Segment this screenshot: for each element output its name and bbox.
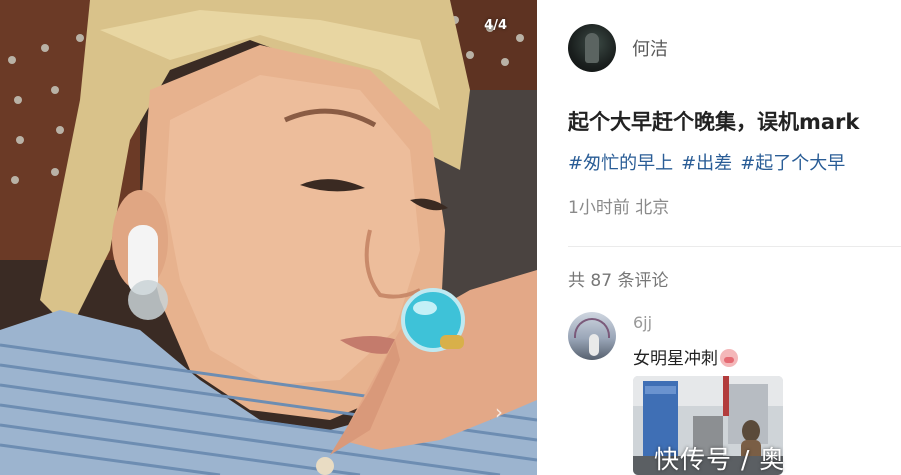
post-photo: [0, 0, 537, 475]
post-tags: #匆忙的早上 #出差 #起了个大早: [568, 149, 845, 175]
post-photo-viewer[interactable]: 4/4 ›: [0, 0, 537, 475]
tag-link[interactable]: #匆忙的早上: [568, 149, 673, 175]
commenter-avatar[interactable]: [568, 312, 616, 360]
pig-face-emoji-icon: [720, 349, 738, 367]
post-detail-panel: 何洁 起个大早赶个晚集，误机mark #匆忙的早上 #出差 #起了个大早 1小时…: [537, 0, 901, 475]
comment-text: 女明星冲刺: [633, 349, 718, 369]
author-name[interactable]: 何洁: [632, 35, 668, 61]
comment-text-row: 女明星冲刺: [633, 344, 738, 369]
tag-link[interactable]: #出差: [681, 149, 732, 175]
post-meta: 1小时前 北京: [568, 198, 670, 218]
commenter-name[interactable]: 6jj: [633, 313, 652, 332]
tag-link[interactable]: #起了个大早: [740, 149, 845, 175]
watermark: 快传号 / 奥: [654, 445, 786, 474]
divider: [568, 246, 901, 247]
next-photo-arrow-icon[interactable]: ›: [492, 400, 506, 424]
photo-page-indicator: 4/4: [484, 18, 507, 33]
author-avatar[interactable]: [568, 24, 616, 72]
comment-count: 共 87 条评论: [568, 271, 669, 291]
post-title: 起个大早赶个晚集，误机mark: [568, 110, 860, 134]
author-row[interactable]: 何洁: [568, 24, 668, 72]
